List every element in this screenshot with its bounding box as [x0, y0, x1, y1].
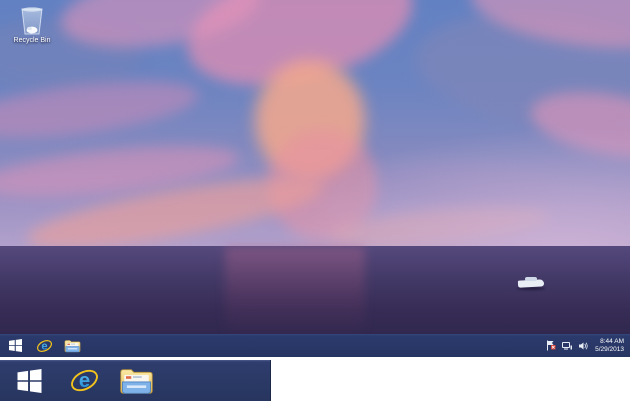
system-tray: 8:44 AM 5/29/2013 [545, 334, 628, 357]
recycle-bin-label: Recycle Bin [13, 37, 51, 44]
network-icon[interactable] [561, 339, 573, 353]
clock-time: 8:44 AM [600, 337, 624, 345]
wallpaper-sky [0, 0, 630, 246]
cloud [328, 200, 552, 246]
internet-explorer-icon: e [36, 339, 52, 352]
taskbar-zoom-strip: e [0, 360, 271, 401]
tray-clock[interactable]: 8:44 AM 5/29/2013 [593, 338, 628, 354]
desktop: Recycle Bin e 8:44 AM 5/29/2013 [0, 0, 630, 357]
taskbar-file-explorer[interactable] [58, 334, 86, 357]
taskbar-internet-explorer[interactable]: e [30, 334, 58, 357]
sunset-reflection [225, 246, 365, 336]
internet-explorer-icon: e [70, 369, 98, 392]
windows-logo-icon [8, 339, 22, 352]
taskbar: e 8:44 AM 5/29/2013 [0, 334, 630, 357]
volume-icon[interactable] [577, 339, 589, 353]
cloud [268, 130, 378, 240]
clock-date: 5/29/2013 [595, 345, 624, 353]
windows-logo-icon [17, 368, 41, 393]
cloud [255, 60, 365, 180]
recycle-bin-icon[interactable]: Recycle Bin [8, 6, 56, 45]
zoom-internet-explorer[interactable]: e [58, 360, 110, 401]
file-explorer-icon [64, 339, 80, 352]
svg-text:e: e [78, 370, 89, 392]
cloud [378, 158, 562, 212]
ship [516, 277, 546, 291]
action-center-flag-icon[interactable] [545, 339, 557, 353]
zoom-file-explorer[interactable] [110, 360, 162, 401]
recycle-bin-glyph [21, 7, 43, 35]
start-button[interactable] [0, 334, 30, 357]
file-explorer-icon [119, 368, 153, 394]
svg-text:e: e [41, 340, 47, 352]
zoom-start-button[interactable] [0, 360, 58, 401]
